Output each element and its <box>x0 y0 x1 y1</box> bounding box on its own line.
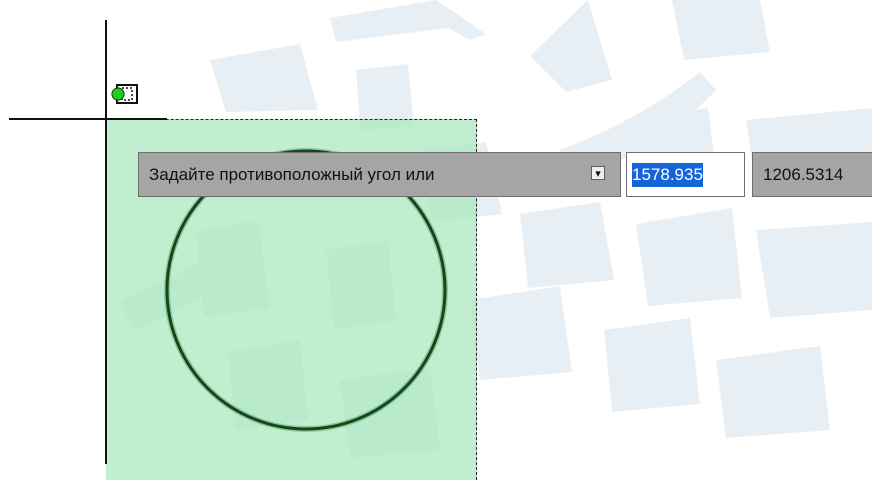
window-selection-icon <box>111 84 138 104</box>
y-coordinate-input[interactable]: 1206.5314 <box>752 152 872 197</box>
dynamic-input-prompt: Задайте противоположный угол или ▾ <box>138 152 621 197</box>
x-coordinate-input[interactable]: 1578.935 <box>626 152 745 197</box>
x-coordinate-value[interactable]: 1578.935 <box>632 162 703 187</box>
crosshair-vertical <box>105 20 107 464</box>
prompt-text: Задайте противоположный угол или <box>149 164 435 184</box>
dropdown-arrow-icon[interactable]: ▾ <box>591 166 605 180</box>
crosshair-horizontal <box>9 118 167 120</box>
